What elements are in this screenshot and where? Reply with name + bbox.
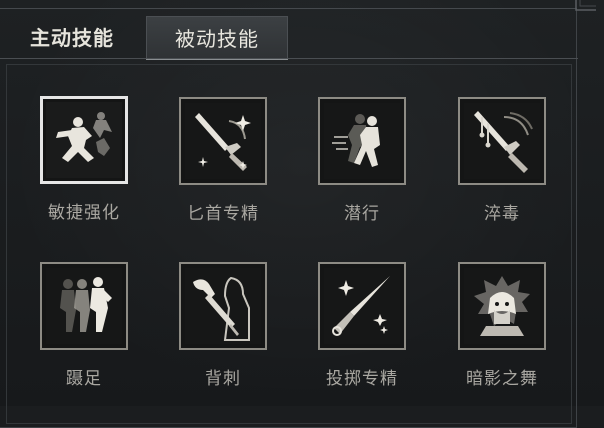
skill-name: 匕首专精 [187,204,259,224]
skill-name: 投掷专精 [326,369,398,389]
tab-passive-skills[interactable]: 被动技能 [146,16,288,60]
skill-name: 敏捷强化 [48,203,120,223]
dagger-sparkle-icon [185,103,261,179]
skill-icon-frame [458,97,546,185]
tab-active-skills[interactable]: 主动技能 [6,16,138,58]
skill-name: 背刺 [205,369,241,389]
skill-backstab[interactable]: 背刺 [173,262,273,389]
leaping-figures-icon [46,102,122,178]
skill-icon-frame [318,97,406,185]
skill-tabs: 主动技能 被动技能 [0,16,604,60]
skill-icon-frame [40,262,128,350]
skill-dagger-mastery[interactable]: 匕首专精 [173,97,273,224]
sneaking-figure-icon [324,103,400,179]
skill-name: 暗影之舞 [466,369,538,389]
skill-icon-frame [318,262,406,350]
skill-stealth[interactable]: 潜行 [312,97,412,224]
throwing-knife-icon [324,268,400,344]
tiptoe-figures-icon [46,268,122,344]
skill-throwing-mastery[interactable]: 投掷专精 [312,262,412,389]
shadow-dance-icon [464,268,540,344]
skill-shadow-dance[interactable]: 暗影之舞 [452,262,552,389]
skill-icon-frame [179,262,267,350]
skill-panel: 主动技能 被动技能 敏捷强化 匕首专精 潜行 淬毒 蹑足 背刺 投掷专精 暗影之… [0,0,604,428]
skill-icon-frame [458,262,546,350]
skill-name: 淬毒 [484,204,520,224]
poisoned-blade-icon [464,103,540,179]
skill-name: 蹑足 [66,369,102,389]
backstab-icon [185,268,261,344]
skill-tiptoe[interactable]: 蹑足 [34,262,134,389]
skill-icon-frame [179,97,267,185]
skill-poison[interactable]: 淬毒 [452,97,552,224]
corner-ornament-icon [575,0,596,11]
skill-agility-boost[interactable]: 敏捷强化 [34,96,134,223]
skill-name: 潜行 [344,204,380,224]
tab-divider [0,58,578,59]
skill-icon-frame [40,96,128,184]
